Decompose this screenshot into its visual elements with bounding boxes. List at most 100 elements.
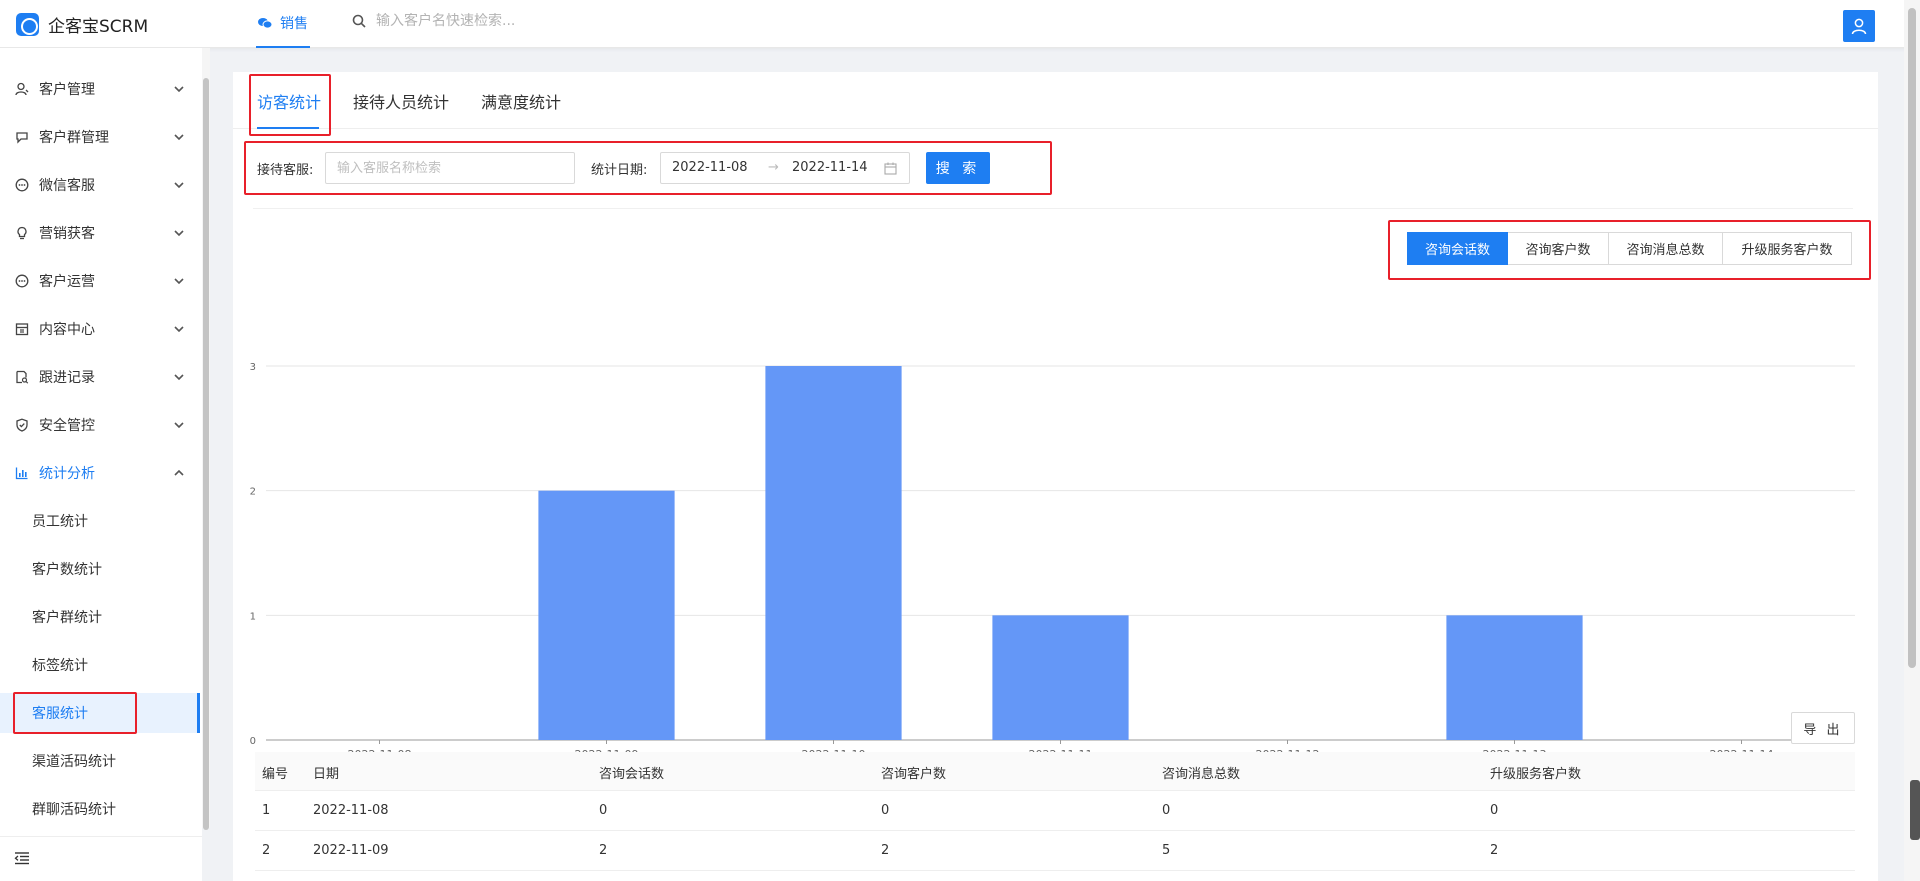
table-cell: 1 (262, 803, 271, 818)
export-button[interactable]: 导 出 (1791, 712, 1855, 744)
sidebar-item-label: 微信客服 (39, 178, 95, 194)
agent-filter-label: 接待客服: (257, 163, 314, 178)
user-icon (1851, 18, 1867, 35)
sidebar-item-operations[interactable]: 客户运营 (0, 257, 202, 305)
sidebar-subitem-group-stats[interactable]: 客户群统计 (0, 597, 200, 637)
app-logo[interactable]: 企客宝SCRM (16, 12, 148, 37)
sidebar-item-follow-up[interactable]: 跟进记录 (0, 353, 202, 401)
search-button[interactable]: 搜 索 (926, 152, 990, 184)
table-header-cell: 咨询会话数 (599, 767, 665, 782)
chevron-up-icon (174, 469, 184, 476)
bar (992, 615, 1129, 740)
metric-option-customers[interactable]: 咨询客户数 (1507, 232, 1609, 265)
y-tick-label: 1 (250, 611, 256, 622)
bar-chart-icon (14, 465, 30, 481)
sidebar-subitem-service-stats[interactable]: 客服统计 (0, 693, 200, 733)
sidebar-item-content-center[interactable]: 内容中心 (0, 305, 202, 353)
y-tick-label: 3 (250, 362, 256, 373)
table-cell: 5 (1162, 843, 1171, 858)
sidebar-item-label: 客户群管理 (39, 130, 109, 146)
table-row: 1 2022-11-08 0 0 0 0 (255, 792, 1855, 831)
user-icon (14, 81, 30, 97)
bar (765, 366, 902, 740)
date-range-picker[interactable]: 2022-11-08 → 2022-11-14 (660, 152, 910, 184)
logo-icon (16, 13, 39, 36)
sidebar-item-marketing[interactable]: 营销获客 (0, 209, 202, 257)
user-avatar-button[interactable] (1843, 10, 1875, 42)
date-end-value[interactable]: 2022-11-14 (792, 160, 868, 175)
sidebar-item-group-mgmt[interactable]: 客户群管理 (0, 113, 202, 161)
table-cell: 0 (1490, 803, 1499, 818)
bulb-icon (14, 225, 30, 241)
table-header-row: 编号 日期 咨询会话数 咨询客户数 咨询消息总数 升级服务客户数 (255, 752, 1855, 791)
wechat-icon (258, 18, 272, 29)
table-header-cell: 咨询消息总数 (1162, 767, 1241, 782)
document-search-icon (14, 369, 30, 385)
sidebar-item-analytics[interactable]: 统计分析 (0, 449, 202, 497)
tab-bar: 访客统计 接待人员统计 满意度统计 (233, 72, 1878, 129)
table-cell: 0 (599, 803, 608, 818)
sidebar-subitem-group-code-stats[interactable]: 群聊活码统计 (0, 789, 200, 829)
sidebar-collapse-bar[interactable] (0, 836, 202, 881)
message-dots-icon (14, 273, 30, 289)
date-range-arrow: → (768, 160, 779, 175)
date-start-value[interactable]: 2022-11-08 (672, 160, 748, 175)
sidebar-item-label: 跟进记录 (39, 370, 95, 386)
sidebar-item-label: 统计分析 (39, 466, 95, 482)
chevron-down-icon (174, 134, 184, 141)
table-header-cell: 咨询客户数 (881, 767, 947, 782)
tab-satisfaction-stats[interactable]: 满意度统计 (481, 89, 561, 113)
menu-fold-icon[interactable] (14, 851, 30, 865)
divider (253, 208, 1853, 209)
window-scrollbar[interactable] (1904, 0, 1920, 881)
y-tick-label: 0 (250, 736, 256, 747)
bar (1446, 615, 1583, 740)
table-cell: 2 (1490, 843, 1499, 858)
sidebar-item-label: 安全管控 (39, 418, 95, 434)
metric-option-upgraded[interactable]: 升级服务客户数 (1722, 232, 1852, 265)
metric-option-sessions[interactable]: 咨询会话数 (1407, 232, 1508, 265)
sessions-bar-chart: 01232022-11-082022-11-092022-11-102022-1… (250, 362, 1855, 761)
side-widget-handle[interactable] (1910, 780, 1920, 840)
search-icon (352, 14, 366, 28)
sidebar-item-label: 客户运营 (39, 274, 95, 290)
sidebar-subitem-channel-code-stats[interactable]: 渠道活码统计 (0, 741, 200, 781)
tab-visitor-stats[interactable]: 访客统计 (257, 89, 321, 113)
calendar-icon (884, 162, 897, 175)
nav-tab-sales[interactable]: 销售 (256, 0, 310, 48)
table-cell: 0 (881, 803, 890, 818)
table-row: 2 2022-11-09 2 2 5 2 (255, 832, 1855, 871)
nav-tab-sales-label: 销售 (280, 16, 308, 32)
sidebar-scrollbar-thumb[interactable] (203, 78, 209, 830)
sidebar-item-security[interactable]: 安全管控 (0, 401, 202, 449)
table-cell: 2022-11-08 (313, 803, 389, 818)
bar (538, 490, 675, 740)
y-tick-label: 2 (250, 487, 256, 498)
sidebar-subitem-customer-count-stats[interactable]: 客户数统计 (0, 549, 200, 589)
sidebar-item-customer-mgmt[interactable]: 客户管理 (0, 65, 202, 113)
chat-icon (14, 129, 30, 145)
sidebar-subitem-employee-stats[interactable]: 员工统计 (0, 501, 200, 541)
sidebar-subitem-tag-stats[interactable]: 标签统计 (0, 645, 200, 685)
table-header-cell: 升级服务客户数 (1490, 767, 1582, 782)
window-scrollbar-thumb[interactable] (1908, 8, 1916, 668)
tab-receptionist-stats[interactable]: 接待人员统计 (353, 89, 449, 113)
date-filter-label: 统计日期: (591, 163, 648, 178)
sidebar-item-label: 客户管理 (39, 82, 95, 98)
sidebar-item-label: 内容中心 (39, 322, 95, 338)
chevron-down-icon (174, 230, 184, 237)
calendar-icon (14, 321, 30, 337)
sidebar-scrollbar[interactable] (202, 48, 210, 830)
app-name: 企客宝SCRM (48, 17, 149, 37)
sidebar-item-wechat-service[interactable]: 微信客服 (0, 161, 202, 209)
agent-search-input[interactable] (325, 152, 575, 184)
table-cell: 2 (262, 843, 271, 858)
chevron-down-icon (174, 182, 184, 189)
shield-icon (14, 417, 30, 433)
table-cell: 2022-11-09 (313, 843, 389, 858)
message-dots-icon (14, 177, 30, 193)
global-search[interactable] (352, 13, 636, 29)
global-search-input[interactable] (376, 13, 636, 29)
table-cell: 2 (881, 843, 890, 858)
metric-option-messages[interactable]: 咨询消息总数 (1608, 232, 1723, 265)
